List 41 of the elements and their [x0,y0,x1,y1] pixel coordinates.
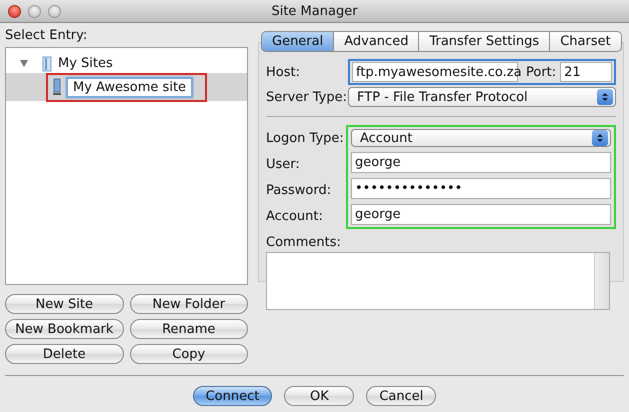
action-button[interactable]: New Folder [130,294,248,314]
server-type-dropdown[interactable]: FTP - File Transfer Protocol [348,87,616,107]
name-field[interactable]: My Awesome site [66,76,194,98]
dialog-button[interactable]: Cancel [366,386,436,406]
tab[interactable]: Charset [550,31,622,52]
server-icon [52,78,62,96]
field-label: Account: [266,208,324,226]
dialog-button[interactable]: Connect [192,386,272,406]
folder-icon [40,56,54,72]
input-field[interactable]: george [351,204,611,225]
tab[interactable]: General [261,31,334,52]
comments-label: Comments: [266,235,342,252]
stepper-icon [592,130,608,146]
select-entry-label: Select Entry: [5,28,88,45]
tree-label: My Sites [58,56,113,71]
zoom-icon[interactable] [48,4,61,18]
action-button[interactable]: New Site [5,294,124,314]
action-button[interactable]: Rename [130,319,248,339]
field-label: Password: [266,182,332,200]
tab[interactable]: Advanced [334,31,420,52]
stepper-icon [597,89,613,105]
logon-type-label: Logon Type: [266,130,345,148]
field-label: User: [266,156,301,174]
host-label: Host: [266,64,301,80]
action-button[interactable]: Copy [130,344,248,364]
port-field[interactable]: 21 [560,62,612,82]
window-title: Site Manager [271,4,358,18]
input-field[interactable]: •••••••••••••• [351,178,611,199]
tree-item[interactable]: My Awesome site [6,73,247,101]
logon-type-dropdown[interactable]: Account [351,129,611,147]
close-icon[interactable] [8,4,21,18]
tab[interactable]: Transfer Settings [419,31,550,52]
dialog-button[interactable]: OK [284,386,354,406]
comments-field[interactable] [266,252,610,310]
server-type-label: Server Type: [266,90,348,104]
minimize-icon[interactable] [28,4,41,18]
port-label: Port: [526,64,556,80]
input-field[interactable]: george [351,152,611,173]
action-button[interactable]: Delete [5,344,124,364]
action-button[interactable]: New Bookmark [5,319,124,339]
host-field[interactable]: ftp.myawesomesite.co.za [352,62,518,82]
